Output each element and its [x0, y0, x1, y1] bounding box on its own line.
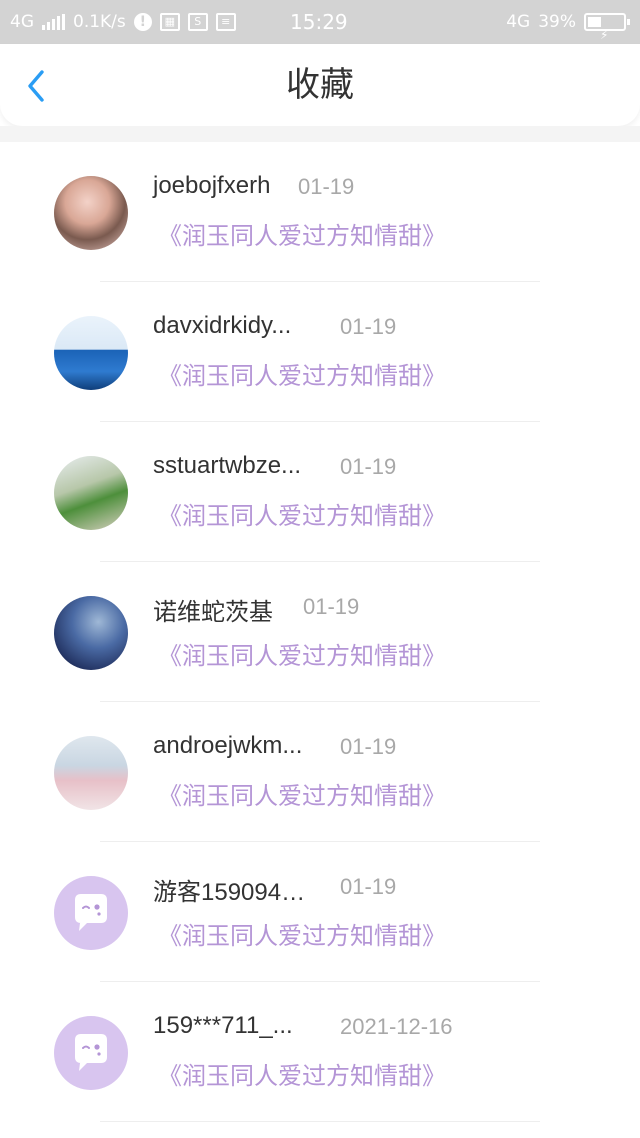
network-right-label: 4G	[506, 12, 531, 32]
favorite-date: 01-19	[298, 174, 355, 199]
avatar	[54, 456, 128, 530]
favorite-date: 01-19	[340, 454, 397, 479]
favorites-list: joebojfxerh 01-19 《润玉同人爱过方知情甜》 davxidrki…	[0, 142, 640, 1122]
book-title[interactable]: 《润玉同人爱过方知情甜》	[158, 776, 446, 811]
user-name: 游客159094…	[153, 879, 306, 906]
avatar	[54, 1016, 128, 1090]
favorite-date: 01-19	[340, 874, 397, 899]
book-title[interactable]: 《润玉同人爱过方知情甜》	[158, 916, 446, 951]
list-item[interactable]: 159***711_... 2021-12-16 《润玉同人爱过方知情甜》	[0, 982, 640, 1122]
list-item[interactable]: androejwkm... 01-19 《润玉同人爱过方知情甜》	[0, 702, 640, 842]
status-time: 15:29	[290, 10, 348, 34]
favorite-date: 01-19	[340, 734, 397, 759]
top-nav: 收藏	[0, 44, 640, 126]
book-title[interactable]: 《润玉同人爱过方知情甜》	[158, 636, 446, 671]
user-name: joebojfxerh	[153, 172, 271, 199]
battery-icon: ⚡	[584, 13, 630, 42]
header-gap	[0, 126, 640, 142]
page-title: 收藏	[286, 65, 354, 105]
bank-app-icon: ≡	[215, 13, 236, 31]
alert-icon: !	[133, 13, 152, 31]
avatar	[54, 596, 128, 670]
book-title[interactable]: 《润玉同人爱过方知情甜》	[158, 496, 446, 531]
list-item[interactable]: davxidrkidy... 01-19 《润玉同人爱过方知情甜》	[0, 282, 640, 422]
chevron-left-icon	[28, 70, 44, 102]
avatar	[54, 736, 128, 810]
user-name: 159***711_...	[153, 1012, 293, 1039]
network-speed: 0.1K/s	[73, 12, 126, 32]
avatar	[54, 176, 128, 250]
user-name: davxidrkidy...	[153, 312, 292, 339]
list-item[interactable]: 诺维蛇茨基 01-19 《润玉同人爱过方知情甜》	[0, 562, 640, 702]
avatar	[54, 316, 128, 390]
user-name: 诺维蛇茨基	[153, 599, 273, 626]
chat-bubble-icon	[75, 894, 107, 931]
favorite-date: 01-19	[303, 594, 360, 619]
avatar	[54, 876, 128, 950]
list-item[interactable]: sstuartwbze... 01-19 《润玉同人爱过方知情甜》	[0, 422, 640, 562]
chat-bubble-icon	[75, 1034, 107, 1071]
grid-app-icon: ▦	[159, 13, 180, 31]
signal-icon	[42, 14, 65, 30]
s-app-icon: S	[187, 13, 208, 31]
book-title[interactable]: 《润玉同人爱过方知情甜》	[158, 216, 446, 251]
book-title[interactable]: 《润玉同人爱过方知情甜》	[158, 1056, 446, 1091]
battery-percent: 39%	[538, 12, 576, 32]
back-button[interactable]	[20, 66, 56, 106]
user-name: androejwkm...	[153, 732, 303, 759]
status-right: 4G 39% ⚡	[506, 0, 630, 44]
book-title[interactable]: 《润玉同人爱过方知情甜》	[158, 356, 446, 391]
divider	[100, 1121, 540, 1122]
user-name: sstuartwbze...	[153, 452, 302, 479]
list-item[interactable]: joebojfxerh 01-19 《润玉同人爱过方知情甜》	[0, 142, 640, 282]
network-label: 4G	[10, 12, 34, 32]
list-item[interactable]: 游客159094… 01-19 《润玉同人爱过方知情甜》	[0, 842, 640, 982]
status-left: 4G 0.1K/s ! ▦ S ≡	[10, 0, 236, 44]
status-bar: 4G 0.1K/s ! ▦ S ≡ 15:29 4G 39% ⚡	[0, 0, 640, 44]
favorite-date: 2021-12-16	[340, 1014, 453, 1039]
favorite-date: 01-19	[340, 314, 397, 339]
